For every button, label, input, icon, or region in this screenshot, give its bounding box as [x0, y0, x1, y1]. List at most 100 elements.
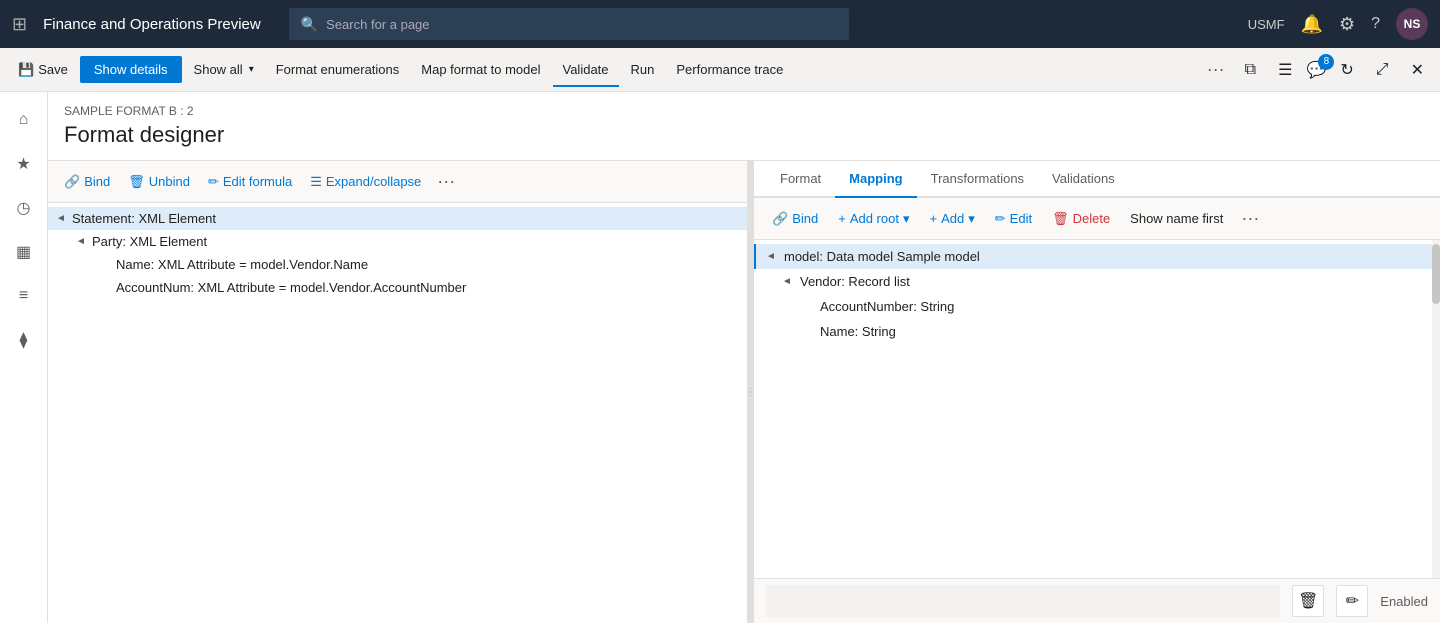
- mapping-item-label: Name: String: [820, 324, 896, 339]
- mapping-toggle-icon[interactable]: ◄: [766, 251, 780, 262]
- open-in-new-icon[interactable]: ⤢: [1368, 55, 1397, 85]
- add-root-chevron-icon: ▾: [903, 211, 910, 227]
- validate-button[interactable]: Validate: [553, 56, 619, 83]
- mapping-panel: Format Mapping Transformations Validatio…: [754, 161, 1440, 623]
- notification-badge[interactable]: 💬 8: [1306, 60, 1326, 80]
- expand-icon: ☰: [310, 174, 322, 190]
- tree-item-label: AccountNum: XML Attribute = model.Vendor…: [116, 280, 466, 295]
- edit-button[interactable]: ✏ Edit: [987, 207, 1040, 231]
- sidebar-list-icon[interactable]: ≡: [4, 276, 44, 316]
- notification-count: 8: [1318, 54, 1334, 70]
- mapping-more-button[interactable]: ···: [1235, 204, 1265, 233]
- map-format-to-model-button[interactable]: Map format to model: [411, 56, 550, 83]
- tree-item[interactable]: Name: XML Attribute = model.Vendor.Name: [48, 253, 747, 276]
- mapping-item-label: model: Data model Sample model: [784, 249, 980, 264]
- sidebar-favorites-icon[interactable]: ★: [4, 144, 44, 184]
- tree-content: ◄ Statement: XML Element ◄ Party: XML El…: [48, 203, 747, 623]
- mapping-toolbar: 🔗 Bind + Add root ▾ + Add ▾ ✏: [754, 198, 1440, 240]
- show-all-button[interactable]: Show all: [184, 56, 264, 83]
- show-name-first-button[interactable]: Show name first: [1122, 207, 1231, 230]
- tree-toggle-icon[interactable]: ◄: [56, 213, 68, 224]
- app-title: Finance and Operations Preview: [43, 16, 261, 33]
- inner-layout: 🔗 Bind 🗑 Unbind ✏ Edit formula ☰ Expand/…: [48, 160, 1440, 623]
- mapping-item[interactable]: ◄ Vendor: Record list: [754, 269, 1440, 294]
- trash-icon: 🗑: [1052, 211, 1069, 227]
- delete-status-button[interactable]: 🗑: [1292, 585, 1324, 617]
- top-right-icons: USMF 🔔 ⚙ ? NS: [1248, 8, 1428, 40]
- main-layout: ⌂ ★ ◷ ▦ ≡ ⧫ SAMPLE FORMAT B : 2 Format d…: [0, 92, 1440, 623]
- edit-status-button[interactable]: ✏: [1336, 585, 1368, 617]
- help-icon[interactable]: ?: [1371, 15, 1380, 33]
- tree-item-label: Statement: XML Element: [72, 211, 216, 226]
- plus-icon: +: [838, 211, 846, 226]
- tree-toggle-icon[interactable]: ◄: [76, 236, 88, 247]
- settings-icon[interactable]: ⚙: [1339, 14, 1355, 35]
- bottom-bar: 🗑 ✏ Enabled: [754, 578, 1440, 623]
- unlink-icon: 🗑: [128, 174, 145, 190]
- search-bar[interactable]: 🔍 Search for a page: [289, 8, 849, 40]
- edit-formula-button[interactable]: ✏ Edit formula: [200, 170, 300, 194]
- save-button[interactable]: 💾 Save: [8, 56, 78, 84]
- tab-mapping[interactable]: Mapping: [835, 161, 916, 198]
- tab-validations[interactable]: Validations: [1038, 161, 1129, 198]
- mapping-item[interactable]: ◄ model: Data model Sample model: [754, 244, 1440, 269]
- mapping-bind-button[interactable]: 🔗 Bind: [764, 207, 826, 231]
- delete-button[interactable]: 🗑 Delete: [1044, 207, 1118, 231]
- mapping-item[interactable]: AccountNumber: String: [754, 294, 1440, 319]
- add-button[interactable]: + Add ▾: [922, 207, 983, 231]
- add-plus-icon: +: [930, 211, 938, 226]
- search-icon: 🔍: [301, 16, 318, 33]
- page-title: Format designer: [48, 122, 1440, 160]
- bottom-empty-area: [766, 585, 1280, 617]
- tab-format[interactable]: Format: [766, 161, 835, 198]
- sidebar-filter-icon[interactable]: ⧫: [4, 320, 44, 360]
- sidebar-home-icon[interactable]: ⌂: [4, 100, 44, 140]
- unbind-button[interactable]: 🗑 Unbind: [120, 170, 198, 194]
- vertical-scrollbar[interactable]: [1432, 240, 1440, 578]
- sidebar-recent-icon[interactable]: ◷: [4, 188, 44, 228]
- tree-more-button[interactable]: ···: [431, 167, 461, 196]
- performance-trace-button[interactable]: Performance trace: [666, 56, 793, 83]
- mapping-item-label: AccountNumber: String: [820, 299, 954, 314]
- run-button[interactable]: Run: [621, 56, 665, 83]
- avatar[interactable]: NS: [1396, 8, 1428, 40]
- left-sidebar: ⌂ ★ ◷ ▦ ≡ ⧫: [0, 92, 48, 623]
- bind-button[interactable]: 🔗 Bind: [56, 170, 118, 194]
- main-content: SAMPLE FORMAT B : 2 Format designer 🔗 Bi…: [48, 92, 1440, 623]
- tree-toolbar: 🔗 Bind 🗑 Unbind ✏ Edit formula ☰ Expand/…: [48, 161, 747, 203]
- sidebar-grid-icon[interactable]: ▦: [4, 232, 44, 272]
- tree-item[interactable]: ◄ Party: XML Element: [48, 230, 747, 253]
- show-details-button[interactable]: Show details: [80, 56, 182, 83]
- edit-pencil-icon: ✏: [995, 211, 1006, 227]
- tree-item[interactable]: AccountNum: XML Attribute = model.Vendor…: [48, 276, 747, 299]
- save-disk-icon: 💾: [18, 62, 34, 78]
- expand-collapse-button[interactable]: ☰ Expand/collapse: [302, 170, 429, 194]
- more-options-button[interactable]: ···: [1201, 55, 1231, 84]
- tree-item-label: Party: XML Element: [92, 234, 207, 249]
- connector-icon[interactable]: ⧉: [1237, 55, 1264, 85]
- org-label: USMF: [1248, 17, 1285, 32]
- status-label: Enabled: [1380, 594, 1428, 609]
- mapping-content: ◄ model: Data model Sample model ◄ Vendo…: [754, 240, 1440, 578]
- format-enumerations-button[interactable]: Format enumerations: [266, 56, 410, 83]
- tree-item-label: Name: XML Attribute = model.Vendor.Name: [116, 257, 368, 272]
- scrollbar-thumb[interactable]: [1432, 244, 1440, 304]
- mapping-item[interactable]: Name: String: [754, 319, 1440, 344]
- main-toolbar: 💾 Save Show details Show all Format enum…: [0, 48, 1440, 92]
- bell-icon[interactable]: 🔔: [1301, 14, 1323, 35]
- search-placeholder: Search for a page: [326, 17, 429, 32]
- refresh-icon[interactable]: ↻: [1332, 54, 1361, 86]
- mapping-item-label: Vendor: Record list: [800, 274, 910, 289]
- add-root-button[interactable]: + Add root ▾: [830, 207, 917, 231]
- tree-item[interactable]: ◄ Statement: XML Element: [48, 207, 747, 230]
- tab-transformations[interactable]: Transformations: [917, 161, 1038, 198]
- app-grid-icon[interactable]: ⊞: [12, 14, 27, 35]
- close-icon[interactable]: ✕: [1403, 54, 1432, 86]
- bookmark-icon[interactable]: ☰: [1270, 54, 1300, 86]
- mapping-toggle-icon[interactable]: ◄: [782, 276, 796, 287]
- mapping-link-icon: 🔗: [772, 211, 788, 227]
- pencil-icon: ✏: [208, 174, 219, 190]
- add-chevron-icon: ▾: [968, 211, 975, 227]
- mapping-tabs: Format Mapping Transformations Validatio…: [754, 161, 1440, 198]
- tree-panel: 🔗 Bind 🗑 Unbind ✏ Edit formula ☰ Expand/…: [48, 161, 748, 623]
